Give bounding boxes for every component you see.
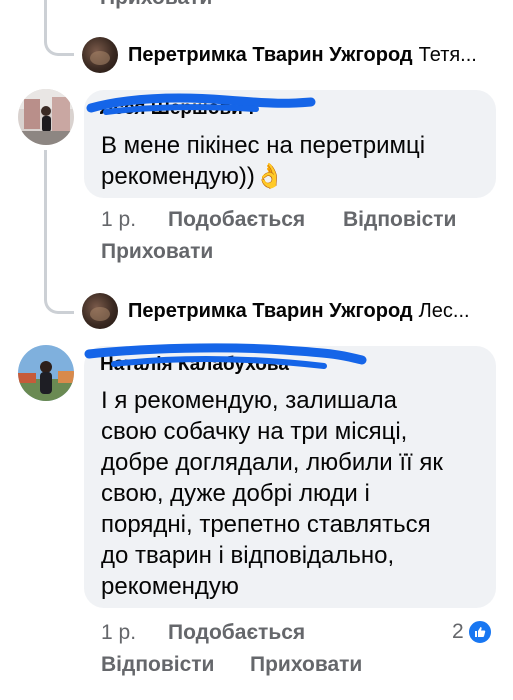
comment-bubble-2: Наталія Калабухова І я рекомендую, залиш…	[84, 346, 496, 608]
like-button[interactable]: Подобається	[168, 208, 305, 232]
reaction-count: 2	[452, 620, 464, 643]
commenter-photo	[18, 345, 74, 401]
comment-line: В мене пікінес на перетримці	[101, 132, 426, 159]
thread-connector-2	[44, 280, 74, 314]
comment-line: рекомендую	[101, 573, 239, 600]
comment-time[interactable]: 1 р.	[101, 208, 136, 232]
thread-line-mid	[44, 150, 47, 300]
thread-connector-1	[44, 22, 74, 56]
reply-page-name: Перетримка Тварин Ужгород	[128, 44, 413, 66]
reply-summary-2[interactable]: Перетримка Тварин Ужгород Лес...	[128, 300, 470, 323]
like-button[interactable]: Подобається	[168, 621, 305, 645]
page-avatar[interactable]	[82, 37, 118, 73]
comment-line: І я рекомендую, залишала	[101, 387, 397, 414]
reply-preview: Лес...	[418, 300, 470, 322]
redaction-scribble	[86, 93, 316, 115]
comment-line: рекомендую))👌	[101, 163, 285, 190]
comment-line: свою, дуже добрі люди і	[101, 480, 370, 507]
comment-line: порядні, трепетно ставляться	[101, 511, 431, 538]
page-avatar[interactable]	[82, 293, 118, 329]
reply-button[interactable]: Відповісти	[343, 208, 456, 232]
reply-summary-1[interactable]: Перетримка Тварин Ужгород Тетя...	[128, 44, 477, 67]
comment-time[interactable]: 1 р.	[101, 621, 136, 645]
comment-line: свою собачку на три місяці,	[101, 418, 408, 445]
reply-page-name: Перетримка Тварин Ужгород	[128, 300, 413, 322]
top-hide-link[interactable]: Приховати	[100, 0, 212, 10]
comment-line: добре доглядали, любили її як	[101, 449, 443, 476]
commenter-avatar[interactable]	[18, 89, 74, 145]
like-reaction-icon	[466, 619, 493, 645]
hide-button[interactable]: Приховати	[101, 240, 213, 264]
commenter-photo	[18, 89, 74, 145]
reaction-summary[interactable]: 2	[452, 619, 493, 645]
hide-button[interactable]: Приховати	[250, 653, 362, 677]
commenter-avatar[interactable]	[18, 345, 74, 401]
redaction-scribble	[84, 343, 367, 369]
reply-preview: Тетя...	[418, 44, 477, 66]
comment-line: до тварин і відповідально,	[101, 542, 395, 569]
reply-button[interactable]: Відповісти	[101, 653, 214, 677]
